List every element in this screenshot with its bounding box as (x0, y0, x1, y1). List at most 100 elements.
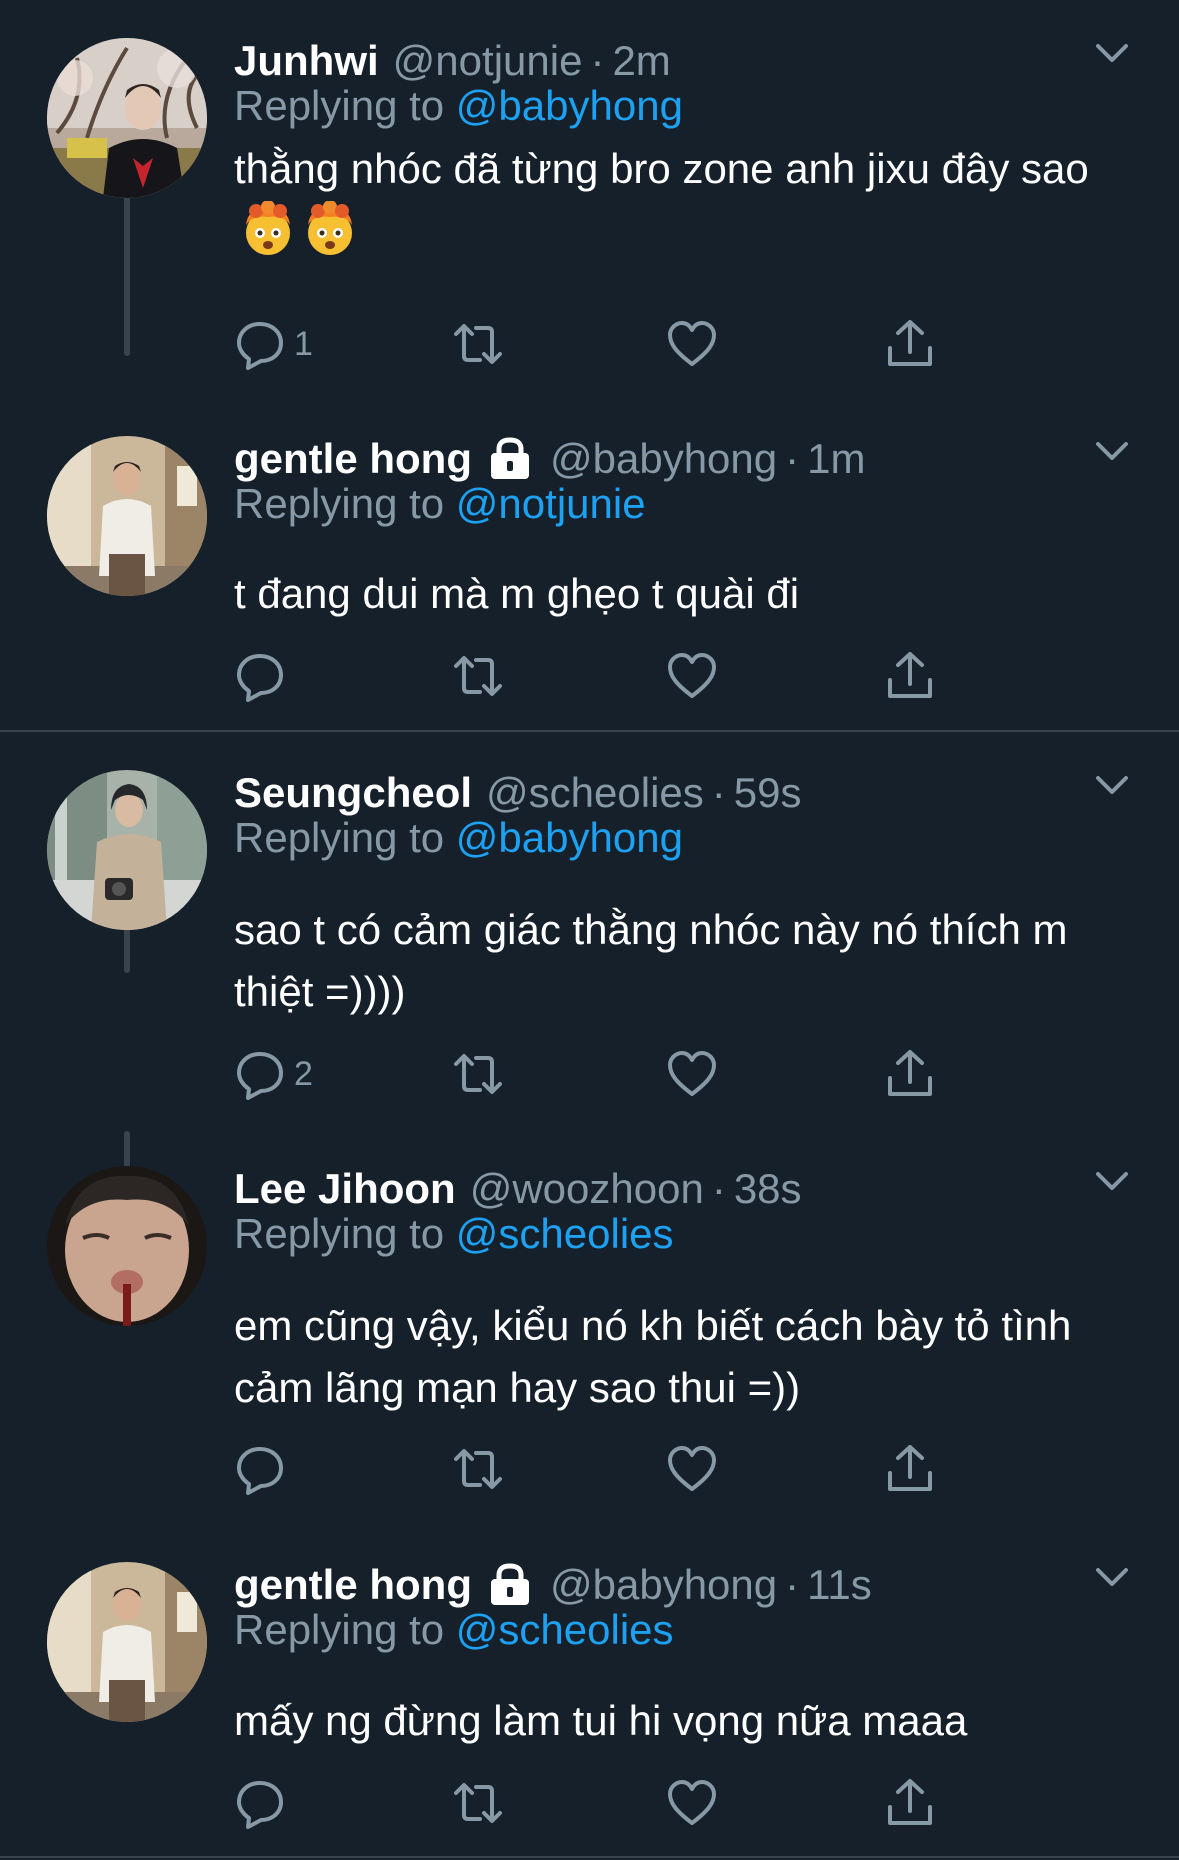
conversation-divider (0, 730, 1179, 732)
share-button[interactable] (884, 648, 936, 704)
like-button[interactable] (666, 648, 718, 704)
avatar[interactable] (47, 1166, 207, 1326)
tweet-actions: 1 (234, 316, 994, 372)
avatar[interactable] (47, 38, 207, 198)
display-name[interactable]: Seungcheol (234, 769, 472, 817)
reply-button[interactable]: 1 (234, 316, 313, 372)
display-name[interactable]: Junhwi (234, 37, 379, 85)
replying-to: Replying to @babyhong (234, 82, 683, 130)
separator-dot: · (711, 1165, 726, 1212)
thread-line (124, 180, 130, 356)
timestamp[interactable]: 38s (734, 1165, 802, 1213)
replying-to-label: Replying to (234, 480, 456, 527)
avatar-image (47, 38, 207, 198)
avatar-image (47, 1166, 207, 1326)
user-handle[interactable]: @scheolies (486, 769, 704, 817)
replying-to-label: Replying to (234, 1606, 456, 1653)
tweet-text-content: mấy ng đừng làm tui hi vọng nữa maaa (234, 1697, 968, 1744)
replying-to: Replying to @scheolies (234, 1210, 674, 1258)
display-name[interactable]: gentle hong (234, 435, 472, 483)
mention-link[interactable]: @babyhong (456, 82, 683, 129)
like-button[interactable] (666, 1775, 718, 1831)
conversation-divider (0, 1856, 1179, 1858)
tweet-actions (234, 648, 994, 704)
chevron-down-icon[interactable] (1092, 1564, 1132, 1590)
tweet-header: gentle hong @babyhong · 1m (234, 432, 866, 486)
chevron-down-icon[interactable] (1092, 772, 1132, 798)
exploding-head-emoji-icon (246, 201, 290, 255)
reply-button[interactable] (234, 1775, 294, 1831)
replying-to: Replying to @scheolies (234, 1606, 674, 1654)
tweet-text-content: thằng nhóc đã từng bro zone anh jixu đây… (234, 145, 1089, 192)
lock-icon (490, 437, 529, 479)
chevron-down-icon[interactable] (1092, 438, 1132, 464)
retweet-button[interactable] (452, 648, 504, 704)
user-handle[interactable]: @babyhong (550, 435, 777, 483)
share-icon (888, 652, 932, 698)
user-handle[interactable]: @woozhoon (470, 1165, 704, 1213)
mention-link[interactable]: @scheolies (456, 1606, 674, 1653)
retweet-icon (454, 1449, 502, 1489)
tweet-text: em cũng vậy, kiểu nó kh biết cách bày tỏ… (234, 1295, 1154, 1419)
user-handle[interactable]: @notjunie (393, 37, 583, 85)
display-name[interactable]: Lee Jihoon (234, 1165, 456, 1213)
replying-to: Replying to @notjunie (234, 480, 646, 528)
retweet-button[interactable] (452, 1775, 504, 1831)
chevron-down-icon[interactable] (1092, 1168, 1132, 1194)
lock-icon (490, 1563, 529, 1605)
heart-icon (668, 1446, 716, 1491)
mention-link[interactable]: @babyhong (456, 814, 683, 861)
reply-button[interactable] (234, 648, 294, 704)
tweet-actions (234, 1775, 994, 1831)
tweet-text: mấy ng đừng làm tui hi vọng nữa maaa (234, 1690, 1154, 1752)
share-button[interactable] (884, 1441, 936, 1497)
reply-icon (237, 1781, 283, 1829)
user-handle[interactable]: @babyhong (550, 1561, 777, 1609)
chevron-down-icon[interactable] (1092, 40, 1132, 66)
timestamp[interactable]: 59s (734, 769, 802, 817)
retweet-icon (454, 1783, 502, 1823)
like-button[interactable] (666, 1046, 718, 1102)
heart-icon (668, 321, 716, 366)
mention-link[interactable]: @notjunie (456, 480, 646, 527)
reply-icon (237, 322, 283, 370)
avatar[interactable] (47, 1562, 207, 1722)
share-button[interactable] (884, 1775, 936, 1831)
share-icon (888, 1445, 932, 1491)
share-icon (888, 320, 932, 366)
tweet-text-content: sao t có cảm giác thằng nhóc này nó thíc… (234, 906, 1068, 1015)
reply-button[interactable]: 2 (234, 1046, 313, 1102)
like-button[interactable] (666, 1441, 718, 1497)
separator-dot: · (785, 1561, 800, 1608)
replying-to-label: Replying to (234, 814, 456, 861)
retweet-button[interactable] (452, 1046, 504, 1102)
avatar-image (47, 770, 207, 930)
exploding-head-emoji-icon (308, 201, 352, 255)
share-button[interactable] (884, 316, 936, 372)
reply-button[interactable] (234, 1441, 294, 1497)
avatar-image (47, 436, 207, 596)
display-name[interactable]: gentle hong (234, 1561, 472, 1609)
reply-count: 1 (294, 324, 313, 363)
retweet-button[interactable] (452, 1441, 504, 1497)
retweet-button[interactable] (452, 316, 504, 372)
timestamp[interactable]: 11s (807, 1561, 872, 1609)
tweet-actions: 2 (234, 1046, 994, 1102)
retweet-icon (454, 324, 502, 364)
reply-icon (237, 654, 283, 702)
avatar[interactable] (47, 436, 207, 596)
like-button[interactable] (666, 316, 718, 372)
timestamp[interactable]: 1m (807, 435, 865, 483)
share-button[interactable] (884, 1046, 936, 1102)
heart-icon (668, 1051, 716, 1096)
tweet-text-content: em cũng vậy, kiểu nó kh biết cách bày tỏ… (234, 1302, 1072, 1411)
mention-link[interactable]: @scheolies (456, 1210, 674, 1257)
separator-dot: · (785, 435, 800, 482)
tweet-header: Junhwi @notjunie · 2m (234, 34, 671, 88)
share-icon (888, 1050, 932, 1096)
reply-icon (237, 1447, 283, 1495)
reply-count: 2 (294, 1054, 313, 1093)
avatar[interactable] (47, 770, 207, 930)
timestamp[interactable]: 2m (612, 37, 670, 85)
tweet-header: gentle hong @babyhong · 11s (234, 1558, 872, 1612)
